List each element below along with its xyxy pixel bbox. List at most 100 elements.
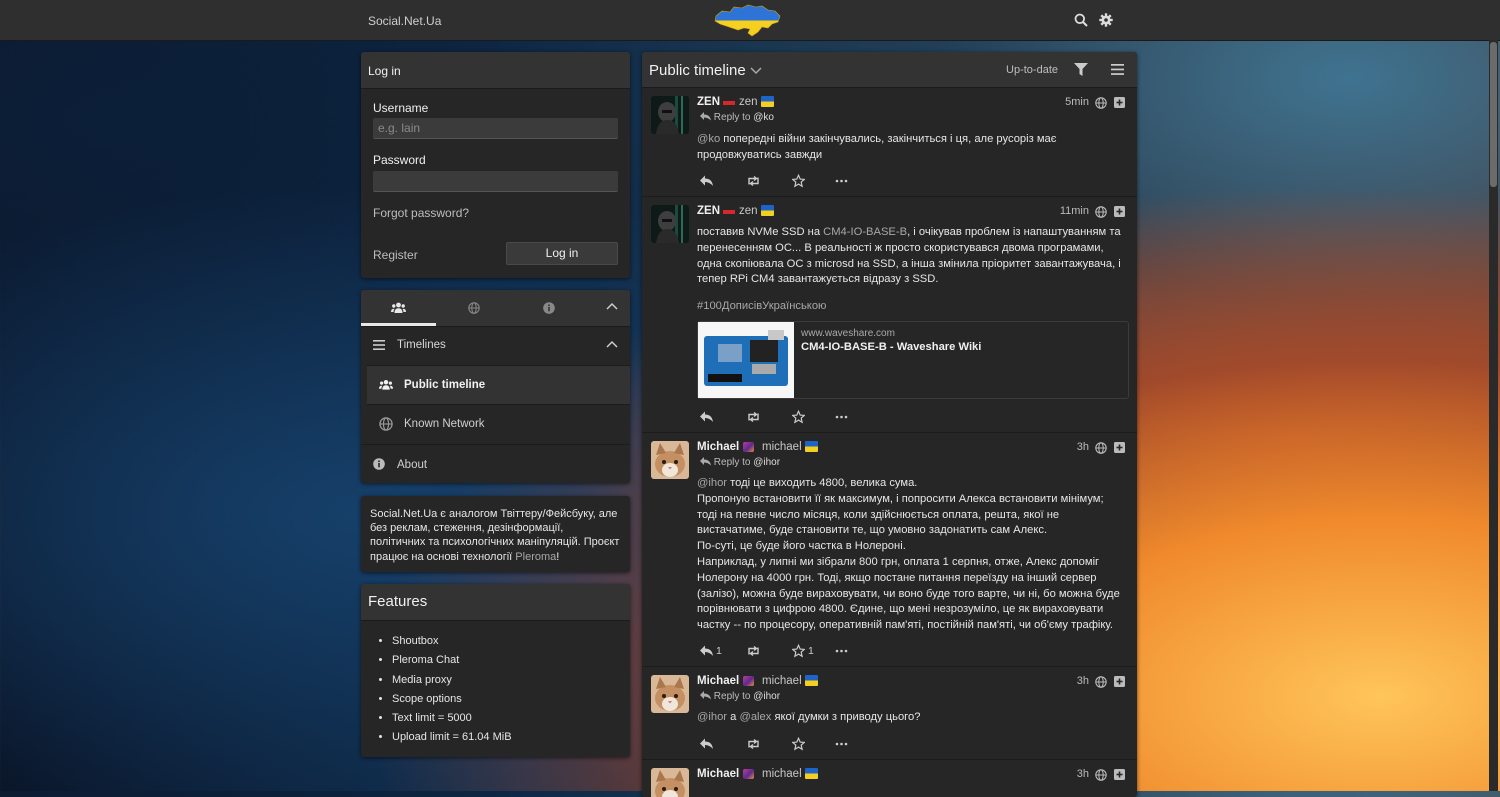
reply-to-handle[interactable]: @ihor xyxy=(753,457,780,468)
author-name[interactable]: ZEN xyxy=(697,205,720,217)
globe-icon[interactable] xyxy=(1095,97,1107,109)
tab-network[interactable] xyxy=(436,290,511,325)
expand-icon[interactable] xyxy=(1114,442,1125,453)
post-time[interactable]: 5min xyxy=(1065,96,1089,108)
login-title: Log in xyxy=(368,64,401,78)
timeline-header: Public timeline Up-to-date xyxy=(642,52,1137,88)
avatar[interactable] xyxy=(651,205,689,243)
more-icon[interactable] xyxy=(835,644,848,658)
post-text: тоді це виходить 4800, велика сума. xyxy=(727,477,918,489)
post-actions xyxy=(700,410,880,424)
star-icon[interactable] xyxy=(792,174,805,188)
status-post: Michael michael 3h Reply to @ihor @ihor … xyxy=(642,433,1137,667)
page-scrollbar[interactable] xyxy=(1489,40,1498,791)
list-icon xyxy=(373,340,385,350)
flag-emoji xyxy=(723,210,735,214)
author-name[interactable]: Michael xyxy=(697,441,739,453)
chevron-up-icon[interactable] xyxy=(606,340,618,348)
timeline-title[interactable]: Public timeline xyxy=(649,62,746,79)
flag-emoji xyxy=(723,101,735,105)
avatar[interactable] xyxy=(651,96,689,134)
mention-link[interactable]: @ko xyxy=(697,133,720,145)
reply-icon[interactable] xyxy=(700,174,713,188)
author-handle[interactable]: zen xyxy=(739,205,758,217)
post-time[interactable]: 3h xyxy=(1077,441,1089,453)
avatar[interactable] xyxy=(651,768,689,797)
filter-icon[interactable] xyxy=(1074,63,1088,76)
post-text: попередні війни закінчувались, закінчить… xyxy=(697,133,1057,161)
post-link[interactable]: CM4-IO-BASE-B xyxy=(823,226,907,238)
nav-item-about[interactable]: About xyxy=(361,444,630,483)
chevron-up-icon[interactable] xyxy=(606,302,618,310)
mention-link[interactable]: @ihor xyxy=(697,477,727,489)
post-time[interactable]: 11min xyxy=(1060,205,1089,217)
search-icon[interactable] xyxy=(1074,13,1088,27)
avatar[interactable] xyxy=(651,441,689,479)
timeline-panel: Public timeline Up-to-date ZEN zen 5min xyxy=(642,52,1137,797)
author-name[interactable]: Michael xyxy=(697,768,739,780)
more-icon[interactable] xyxy=(835,737,848,751)
username-input[interactable] xyxy=(373,118,618,139)
repeat-icon[interactable] xyxy=(746,644,761,658)
author-handle[interactable]: zen xyxy=(739,96,758,108)
repeat-icon[interactable] xyxy=(746,737,761,751)
top-bar: Social.Net.Ua xyxy=(0,0,1500,41)
author-handle[interactable]: michael xyxy=(762,768,802,780)
hashtag-link[interactable]: #100ДописівУкраїнською xyxy=(697,300,826,312)
info-icon xyxy=(542,301,555,314)
ukraine-map-logo[interactable] xyxy=(712,2,784,40)
menu-icon[interactable] xyxy=(1111,64,1124,75)
globe-icon[interactable] xyxy=(1095,442,1107,454)
expand-icon[interactable] xyxy=(1114,769,1125,780)
author-handle[interactable]: michael xyxy=(762,441,802,453)
star-icon[interactable] xyxy=(792,644,805,658)
more-icon[interactable] xyxy=(835,174,848,188)
reply-icon[interactable] xyxy=(700,410,713,424)
chevron-down-icon[interactable] xyxy=(750,67,762,75)
reply-icon[interactable] xyxy=(700,644,713,658)
reply-to-handle[interactable]: @ko xyxy=(753,112,774,123)
author-handle[interactable]: michael xyxy=(762,675,802,687)
feature-item: Pleroma Chat xyxy=(392,651,512,670)
expand-icon[interactable] xyxy=(1114,97,1125,108)
globe-icon[interactable] xyxy=(1095,206,1107,218)
globe-icon[interactable] xyxy=(1095,676,1107,688)
author-name[interactable]: ZEN xyxy=(697,96,720,108)
link-preview-card[interactable]: www.waveshare.com CM4-IO-BASE-B - Wavesh… xyxy=(697,321,1129,399)
expand-icon[interactable] xyxy=(1114,676,1125,687)
ukraine-flag-emoji xyxy=(761,96,774,107)
tab-timelines[interactable] xyxy=(361,290,436,325)
pleroma-link[interactable]: Pleroma xyxy=(515,551,556,563)
features-title: Features xyxy=(368,593,428,610)
timelines-section[interactable]: Timelines xyxy=(361,326,630,365)
nav-item-public-timeline[interactable]: Public timeline xyxy=(367,365,630,405)
nav-item-known-network[interactable]: Known Network xyxy=(367,404,630,444)
forgot-password-link[interactable]: Forgot password? xyxy=(373,206,469,220)
author-name[interactable]: Michael xyxy=(697,675,739,687)
avatar[interactable] xyxy=(651,675,689,713)
star-icon[interactable] xyxy=(792,737,805,751)
ukraine-flag-emoji xyxy=(805,768,818,779)
mention-link[interactable]: @ihor xyxy=(697,711,727,723)
expand-icon[interactable] xyxy=(1114,206,1125,217)
sunset-emoji xyxy=(743,442,754,452)
features-header: Features xyxy=(361,584,630,621)
post-time[interactable]: 3h xyxy=(1077,675,1089,687)
link-preview-image xyxy=(698,322,794,398)
star-icon[interactable] xyxy=(792,410,805,424)
site-name-link[interactable]: Social.Net.Ua xyxy=(368,14,441,28)
post-time[interactable]: 3h xyxy=(1077,768,1089,780)
reply-icon[interactable] xyxy=(700,737,713,751)
repeat-icon[interactable] xyxy=(746,410,761,424)
login-button[interactable]: Log in xyxy=(506,242,618,265)
reply-to-handle[interactable]: @ihor xyxy=(753,691,780,702)
repeat-icon[interactable] xyxy=(746,174,761,188)
gear-icon[interactable] xyxy=(1099,13,1113,27)
register-link[interactable]: Register xyxy=(373,248,418,262)
more-icon[interactable] xyxy=(835,410,848,424)
tab-about[interactable] xyxy=(511,290,586,325)
globe-icon[interactable] xyxy=(1095,769,1107,781)
mention-link[interactable]: @alex xyxy=(739,711,771,723)
scrollbar-thumb[interactable] xyxy=(1490,42,1497,187)
password-input[interactable] xyxy=(373,171,618,192)
